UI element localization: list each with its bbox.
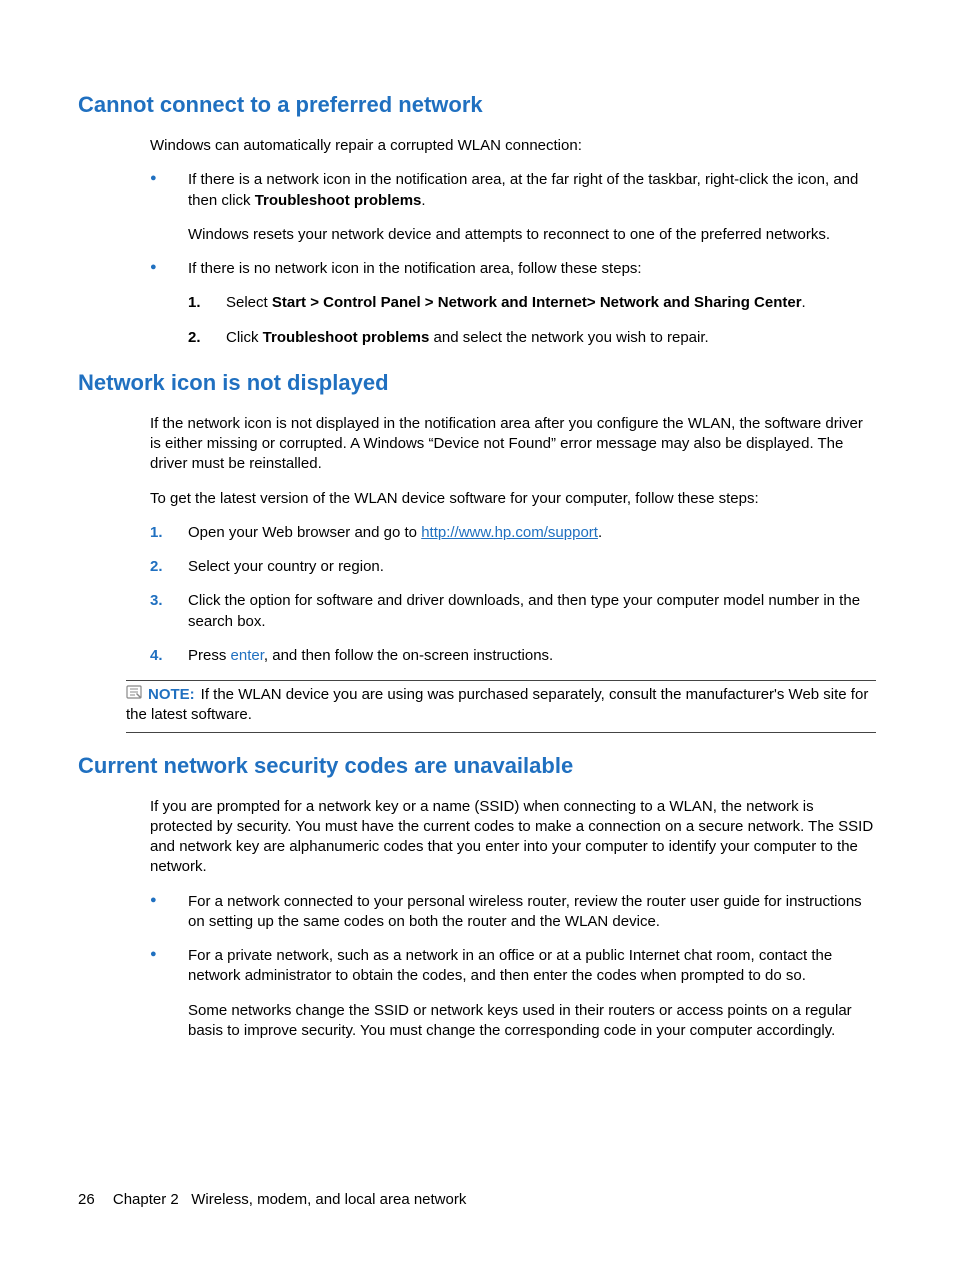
paragraph: To get the latest version of the WLAN de…	[150, 489, 876, 509]
list-item: 3. Click the option for software and dri…	[150, 591, 876, 632]
text: , and then follow the on-screen instruct…	[264, 647, 553, 664]
text: Press	[188, 647, 231, 664]
page-number: 26	[78, 1191, 95, 1208]
note-label: NOTE:	[148, 686, 195, 703]
text: Select	[226, 294, 272, 311]
chapter-label: Chapter 2 Wireless, modem, and local are…	[113, 1191, 467, 1208]
list-item: For a private network, such as a network…	[150, 946, 876, 1041]
list-item: 2. Select your country or region.	[150, 557, 876, 577]
text: .	[421, 192, 425, 209]
paragraph: If the network icon is not displayed in …	[150, 414, 876, 475]
keycap-enter: enter	[231, 647, 264, 664]
list-item: 4. Press enter, and then follow the on-s…	[150, 646, 876, 666]
list-item: If there is no network icon in the notif…	[150, 259, 876, 348]
note-text: If the WLAN device you are using was pur…	[126, 686, 868, 723]
bold-text: Troubleshoot problems	[255, 192, 422, 209]
text: For a private network, such as a network…	[188, 947, 832, 984]
text: Click	[226, 329, 263, 346]
step-number: 2.	[188, 328, 201, 348]
list-item: For a network connected to your personal…	[150, 892, 876, 933]
heading-security-codes: Current network security codes are unava…	[78, 753, 876, 779]
bold-text: Start > Control Panel > Network and Inte…	[272, 294, 802, 311]
paragraph: Windows can automatically repair a corru…	[150, 136, 876, 156]
heading-network-icon: Network icon is not displayed	[78, 370, 876, 396]
paragraph: If you are prompted for a network key or…	[150, 797, 876, 878]
text: Select your country or region.	[188, 558, 384, 575]
list-item: 1. Open your Web browser and go to http:…	[150, 523, 876, 543]
text: .	[802, 294, 806, 311]
support-link[interactable]: http://www.hp.com/support	[421, 524, 598, 541]
text: Click the option for software and driver…	[188, 592, 860, 629]
paragraph: Windows resets your network device and a…	[188, 225, 876, 245]
text: .	[598, 524, 602, 541]
note-icon	[126, 685, 142, 699]
step-number: 4.	[150, 646, 163, 666]
step-number: 1.	[188, 293, 201, 313]
bold-text: Troubleshoot problems	[263, 329, 430, 346]
step-number: 3.	[150, 591, 163, 611]
step-number: 1.	[150, 523, 163, 543]
step-number: 2.	[150, 557, 163, 577]
text: Open your Web browser and go to	[188, 524, 421, 541]
list-item: If there is a network icon in the notifi…	[150, 170, 876, 245]
list-item: 2. Click Troubleshoot problems and selec…	[188, 328, 876, 348]
text: If there is no network icon in the notif…	[188, 260, 642, 277]
list-item: 1. Select Start > Control Panel > Networ…	[188, 293, 876, 313]
text: and select the network you wish to repai…	[429, 329, 708, 346]
note-box: NOTE:If the WLAN device you are using wa…	[126, 680, 876, 733]
heading-cannot-connect: Cannot connect to a preferred network	[78, 92, 876, 118]
text: For a network connected to your personal…	[188, 893, 862, 930]
page-footer: 26 Chapter 2 Wireless, modem, and local …	[78, 1191, 466, 1208]
document-page: Cannot connect to a preferred network Wi…	[0, 0, 954, 1270]
paragraph: Some networks change the SSID or network…	[188, 1001, 876, 1042]
